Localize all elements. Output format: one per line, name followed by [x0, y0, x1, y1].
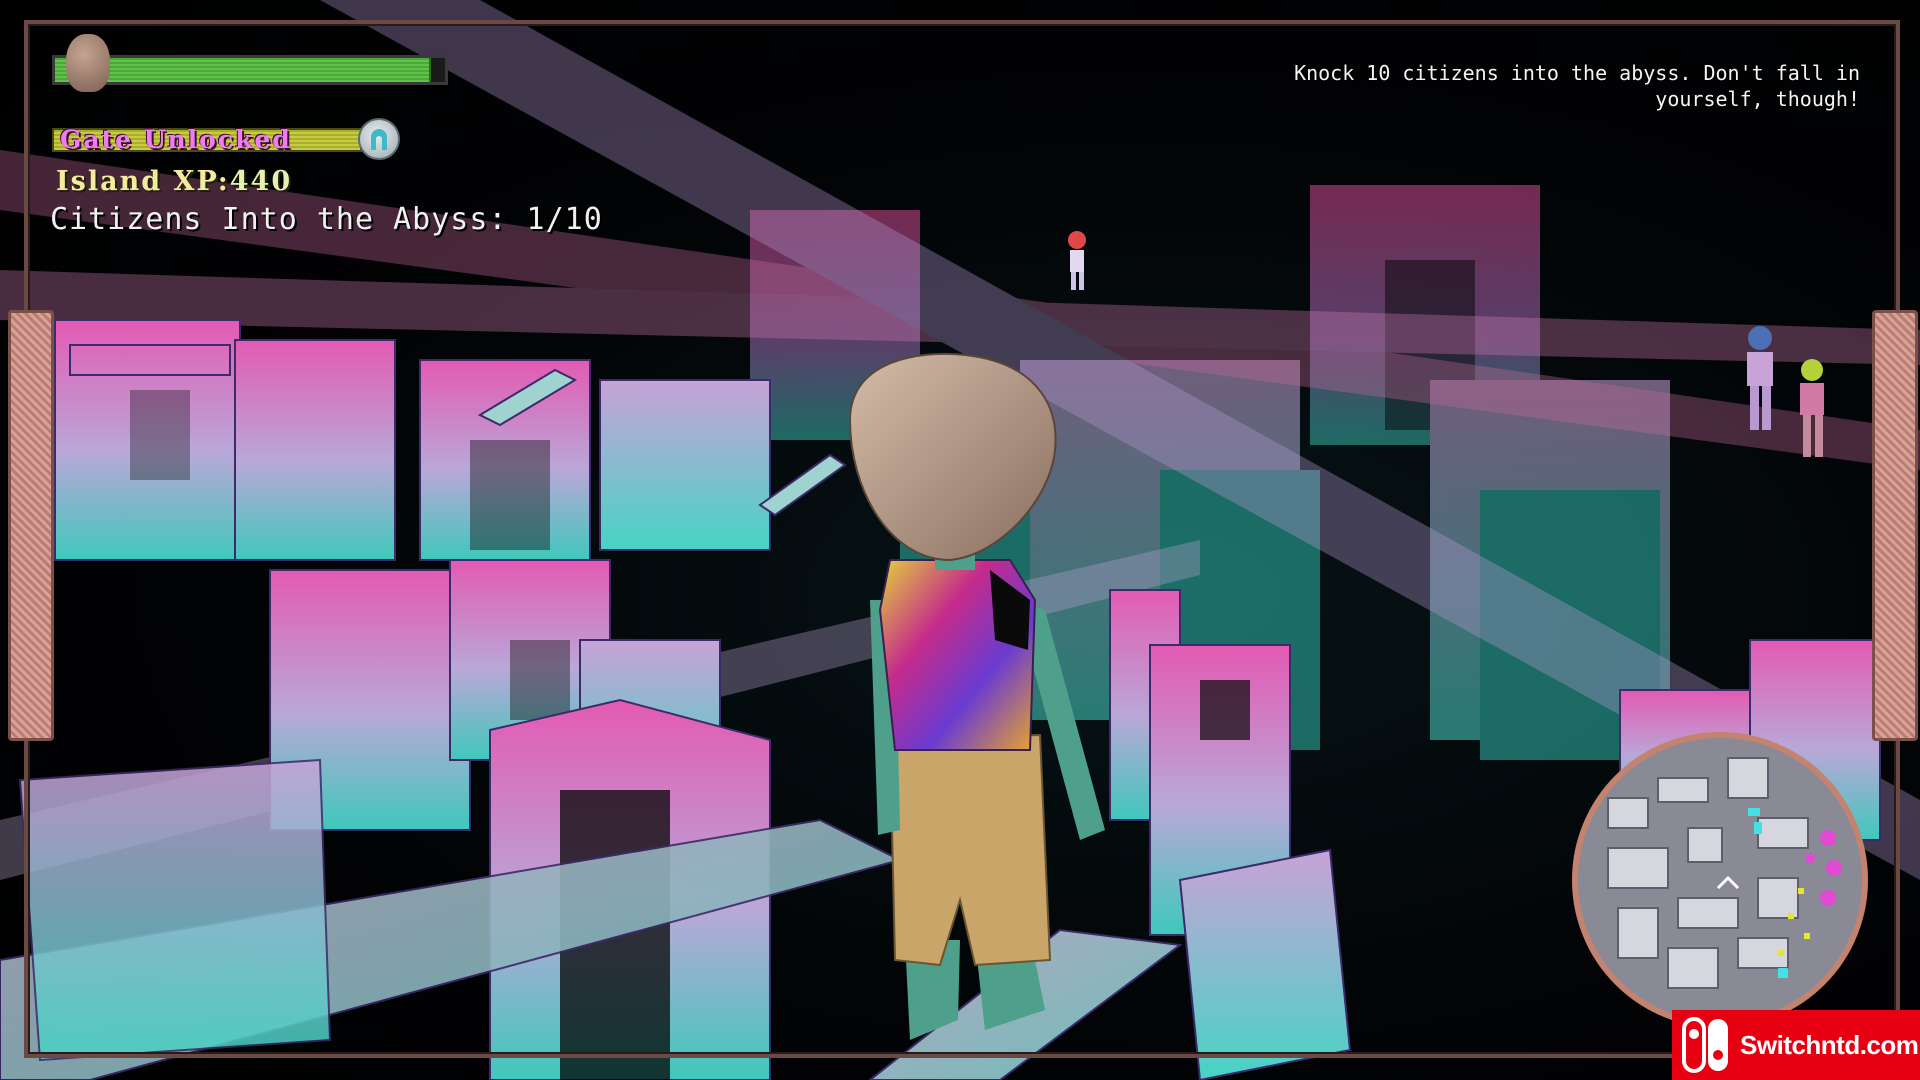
objective-line-2: yourself, though! — [1655, 87, 1860, 111]
minimap — [1572, 732, 1868, 1028]
health-bar-fill — [55, 58, 432, 82]
nintendo-switch-icon — [1682, 1017, 1730, 1073]
gate-status: Gate Unlocked — [52, 118, 402, 160]
objective-text: Knock 10 citizens into the abyss. Don't … — [1220, 60, 1860, 112]
left-structure — [54, 319, 847, 561]
minimap-terrain — [1578, 738, 1862, 1022]
watermark-text: Switchntd.com — [1740, 1029, 1919, 1060]
health-bar-track — [52, 55, 448, 85]
gate-arch-icon — [358, 118, 400, 160]
citizen-npc-1 — [1068, 231, 1086, 290]
objective-line-1: Knock 10 citizens into the abyss. Don't … — [1294, 61, 1860, 85]
right-frame-pillar — [1872, 310, 1918, 741]
watermark-banner: Switchntd.com — [1672, 1010, 1920, 1080]
abyss-counter: Citizens Into the Abyss: 1/10 — [50, 202, 603, 237]
player-head-icon — [66, 34, 110, 92]
gate-status-label: Gate Unlocked — [60, 125, 292, 154]
island-xp: Island XP:440 — [56, 166, 292, 197]
left-frame-pillar — [8, 310, 54, 741]
island-xp-label: Island XP: — [56, 166, 230, 197]
island-xp-value: 440 — [229, 166, 293, 197]
health-bar — [52, 34, 452, 92]
